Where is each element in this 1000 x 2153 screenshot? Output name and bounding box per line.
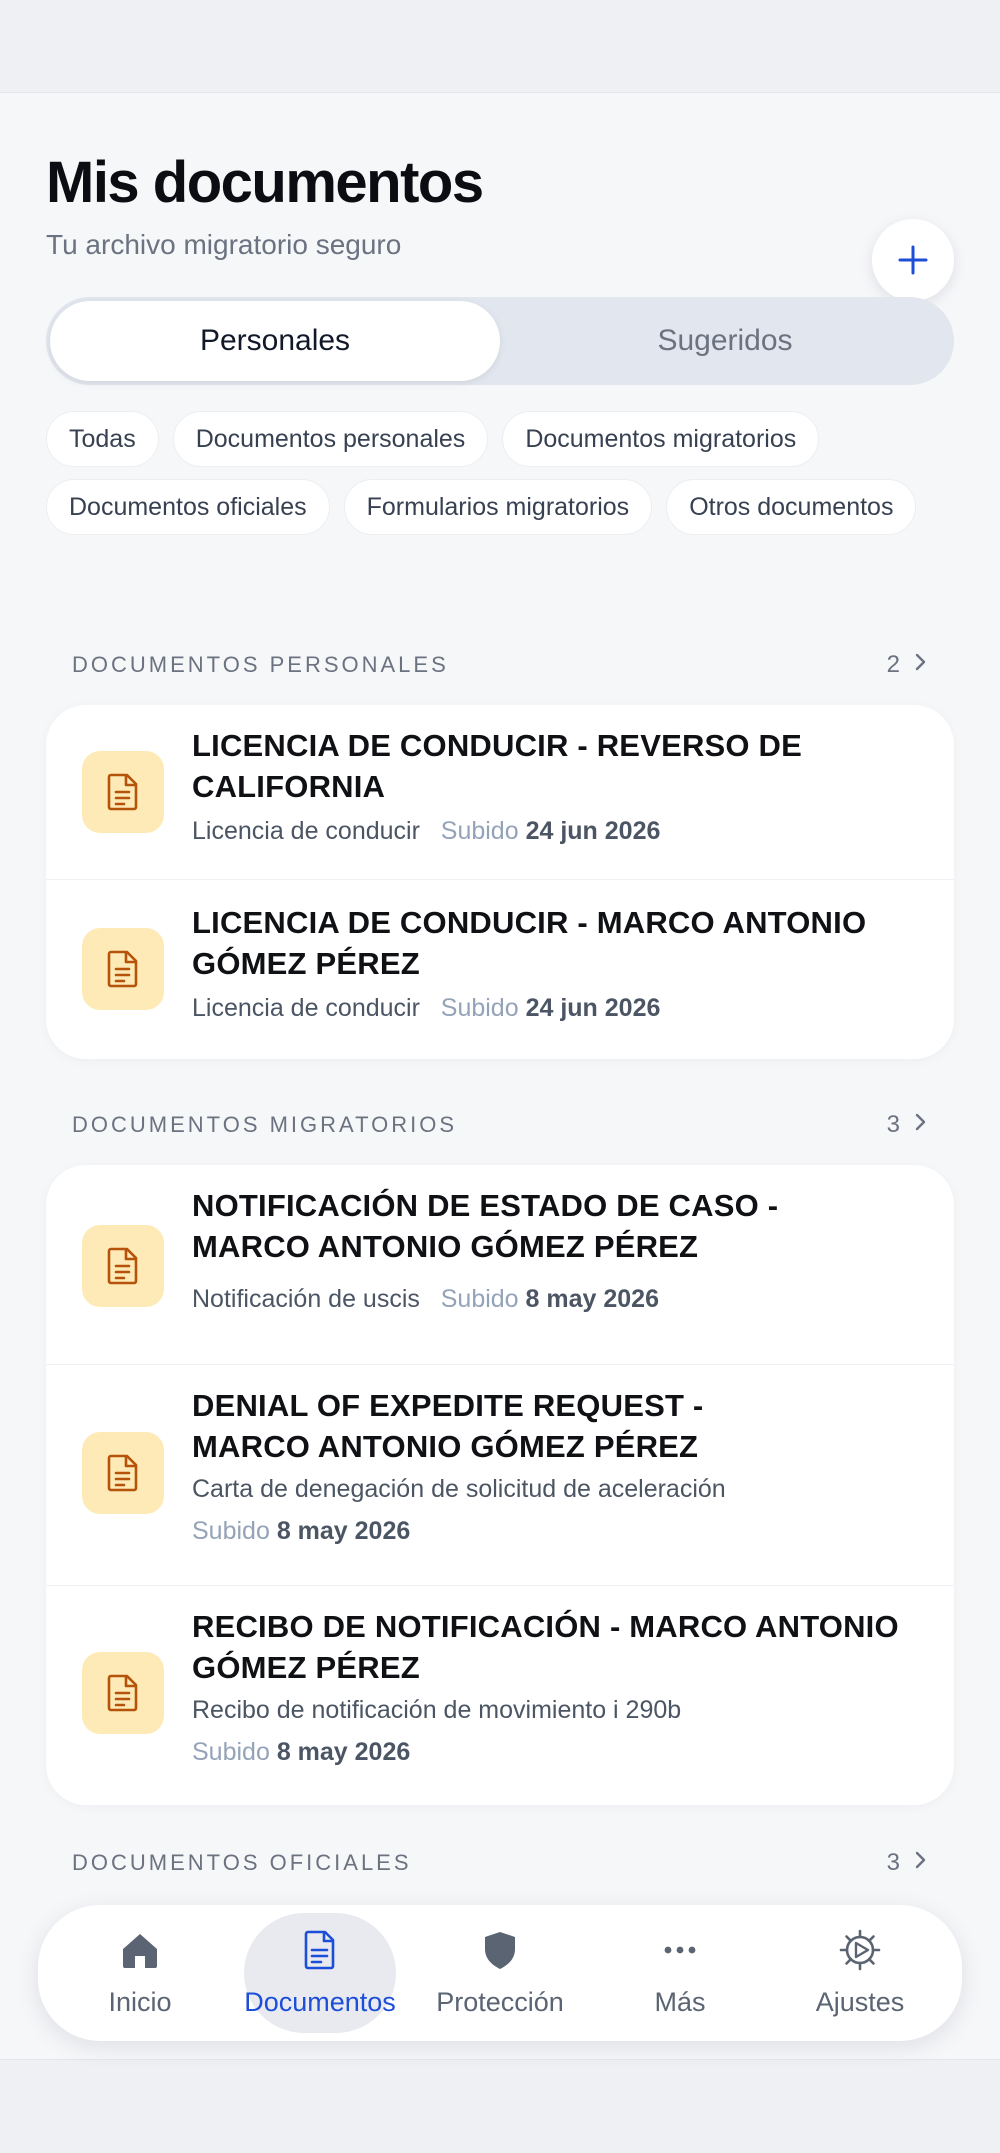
documents-card-personales: LICENCIA DE CONDUCIR - REVERSO DE CALIFOR… — [46, 705, 954, 1059]
tab-mas[interactable]: Más — [590, 1913, 770, 2033]
section-title: DOCUMENTOS PERSONALES — [72, 652, 449, 677]
more-icon — [658, 1928, 702, 1977]
segment-personales[interactable]: Personales — [50, 301, 500, 381]
document-type: Recibo de notificación de movimiento i 2… — [192, 1696, 682, 1724]
filter-chip-otros[interactable]: Otros documentos — [666, 479, 917, 535]
section-count: 2 — [886, 651, 900, 678]
settings-icon — [838, 1928, 882, 1977]
document-title: NOTIFICACIÓN DE ESTADO DE CASO - MARCO AN… — [192, 1188, 779, 1264]
document-icon — [82, 1652, 164, 1734]
home-icon — [118, 1928, 162, 1977]
document-icon — [82, 1225, 164, 1307]
shield-icon — [478, 1928, 522, 1977]
filter-chip-personales[interactable]: Documentos personales — [172, 411, 489, 467]
section-header-migratorios[interactable]: DOCUMENTOS MIGRATORIOS 3 — [72, 1111, 928, 1139]
segment-sugeridos[interactable]: Sugeridos — [500, 301, 950, 381]
chevron-right-icon — [914, 1849, 928, 1877]
document-icon — [82, 928, 164, 1010]
filter-chip-todas[interactable]: Todas — [46, 411, 159, 467]
document-meta: Licencia de conducir Subido 24 jun 2026 — [192, 817, 661, 845]
document-uploaded: Subido 8 may 2026 — [192, 1517, 411, 1545]
section-header-oficiales[interactable]: DOCUMENTOS OFICIALES 3 — [72, 1849, 928, 1877]
document-type: Carta de denegación de solicitud de acel… — [192, 1475, 726, 1503]
document-title: RECIBO DE NOTIFICACIÓN - MARCO ANTONIO GÓ… — [192, 1609, 899, 1685]
chevron-right-icon — [914, 651, 928, 679]
tab-inicio[interactable]: Inicio — [50, 1913, 230, 2033]
section-title: DOCUMENTOS OFICIALES — [72, 1850, 412, 1875]
plus-icon — [898, 245, 928, 275]
document-meta: Licencia de conducir Subido 24 jun 2026 — [192, 994, 661, 1022]
document-uploaded: Subido 8 may 2026 — [192, 1738, 411, 1766]
header: Mis documentos Tu archivo migratorio seg… — [46, 150, 954, 301]
document-row[interactable]: DENIAL OF EXPEDITE REQUEST - MARCO ANTONI… — [46, 1365, 954, 1586]
tab-ajustes[interactable]: Ajustes — [770, 1913, 950, 2033]
document-row[interactable]: LICENCIA DE CONDUCIR - MARCO ANTONIO GÓME… — [46, 880, 954, 1059]
page-subtitle: Tu archivo migratorio seguro — [46, 228, 402, 260]
document-icon — [82, 1432, 164, 1514]
screen: Mis documentos Tu archivo migratorio seg… — [0, 92, 1000, 2060]
filter-chip-formularios[interactable]: Formularios migratorios — [343, 479, 653, 535]
tab-proteccion[interactable]: Protección — [410, 1913, 590, 2033]
segmented-control: Personales Sugeridos — [46, 297, 954, 385]
document-icon — [298, 1928, 342, 1977]
bottom-tab-bar: Inicio Documentos Protección Más Ajustes — [38, 1905, 962, 2041]
document-row[interactable]: LICENCIA DE CONDUCIR - REVERSO DE CALIFOR… — [46, 705, 954, 880]
document-row[interactable]: RECIBO DE NOTIFICACIÓN - MARCO ANTONIO GÓ… — [46, 1586, 954, 1805]
document-row[interactable]: NOTIFICACIÓN DE ESTADO DE CASO - MARCO AN… — [46, 1165, 954, 1365]
document-title: LICENCIA DE CONDUCIR - REVERSO DE CALIFOR… — [192, 728, 802, 804]
section-header-personales[interactable]: DOCUMENTOS PERSONALES 2 — [72, 651, 928, 679]
section-title: DOCUMENTOS MIGRATORIOS — [72, 1112, 458, 1137]
filter-chip-oficiales[interactable]: Documentos oficiales — [46, 479, 330, 535]
section-count: 3 — [886, 1111, 900, 1138]
document-title: DENIAL OF EXPEDITE REQUEST - MARCO ANTONI… — [192, 1388, 704, 1464]
filter-chips: Todas Documentos personales Documentos m… — [46, 411, 954, 535]
page-title: Mis documentos — [46, 150, 484, 215]
document-icon — [82, 751, 164, 833]
filter-chip-migratorios[interactable]: Documentos migratorios — [502, 411, 820, 467]
document-meta: Notificación de uscis Subido 8 may 2026 — [192, 1285, 659, 1313]
document-title: LICENCIA DE CONDUCIR - MARCO ANTONIO GÓME… — [192, 905, 867, 981]
documents-card-migratorios: NOTIFICACIÓN DE ESTADO DE CASO - MARCO AN… — [46, 1165, 954, 1805]
tab-documentos[interactable]: Documentos — [230, 1913, 410, 2033]
add-document-button[interactable] — [872, 219, 954, 301]
chevron-right-icon — [914, 1111, 928, 1139]
section-count: 3 — [886, 1849, 900, 1876]
